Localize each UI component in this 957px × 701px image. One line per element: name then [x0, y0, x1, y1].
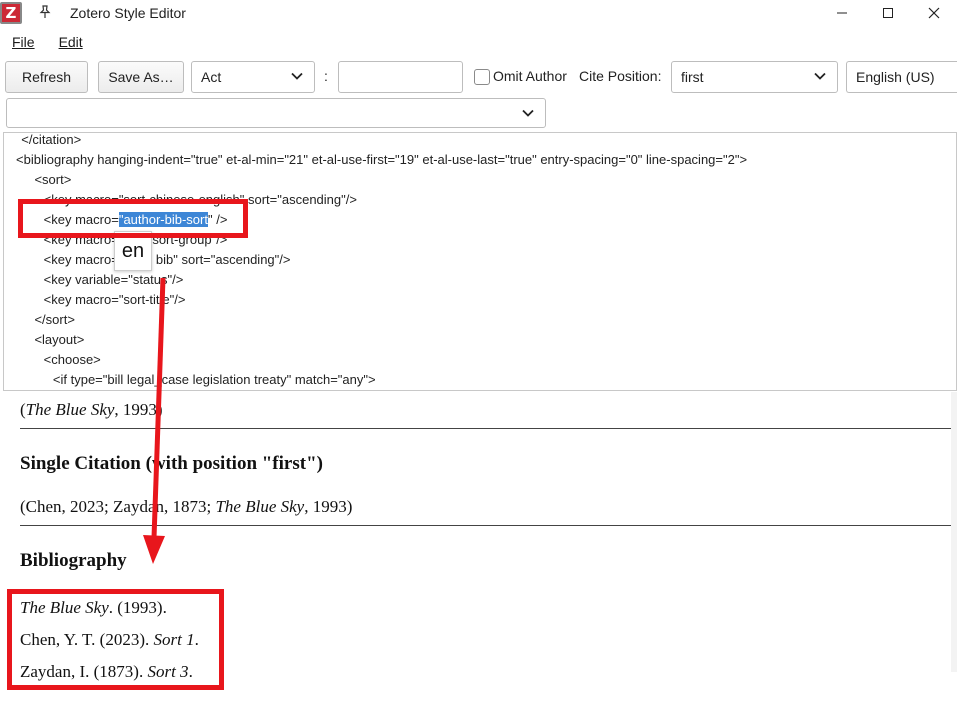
save-as-button[interactable]: Save As… — [98, 61, 184, 93]
divider — [20, 525, 957, 526]
locator-input[interactable] — [338, 61, 463, 93]
refresh-button[interactable]: Refresh — [5, 61, 88, 93]
locator-type-select[interactable]: Act — [191, 61, 315, 93]
zotero-logo-icon: Z — [0, 2, 22, 24]
window-title: Zotero Style Editor — [70, 5, 186, 21]
single-citation: (Chen, 2023; Zaydan, 1873; The Blue Sky,… — [20, 497, 352, 517]
toolbar: Refresh Save As… Act : Omit Author Cite … — [0, 60, 957, 94]
cite-position-value: first — [681, 69, 704, 85]
bibliography-heading: Bibliography — [20, 550, 127, 571]
top-citation: (The Blue Sky, 1993) — [20, 400, 163, 420]
menu-file[interactable]: File — [12, 34, 35, 50]
code-line: <bibliography hanging-indent="true" et-a… — [16, 152, 748, 167]
citation-suffix: , 1993) — [304, 497, 353, 516]
menu-file-label: File — [12, 34, 35, 50]
omit-author-label: Omit Author — [493, 68, 567, 84]
citation-prefix: (Chen, 2023; Zaydan, 1873; — [20, 497, 216, 516]
title-bar: Z Zotero Style Editor — [0, 0, 957, 26]
citation-title: The Blue Sky — [25, 400, 115, 419]
cite-position-select[interactable]: first — [671, 61, 838, 93]
single-citation-heading: Single Citation (with position "first") — [20, 453, 323, 474]
code-line: <choose> — [22, 352, 101, 367]
menu-edit-label: Edit — [58, 34, 83, 50]
minimize-icon[interactable] — [819, 0, 865, 26]
menu-edit[interactable]: Edit — [59, 34, 83, 50]
style-select[interactable] — [6, 98, 546, 128]
divider — [20, 428, 957, 429]
code-line: <key variable="status"/> — [22, 272, 184, 287]
maximize-icon[interactable] — [865, 0, 911, 26]
code-line: <layout> — [20, 332, 85, 347]
locale-value: English (US) — [856, 69, 935, 85]
cite-position-label: Cite Position: — [579, 68, 662, 84]
code-editor[interactable]: </citation> <bibliography hanging-indent… — [3, 132, 957, 391]
locator-colon: : — [324, 68, 328, 84]
code-line: </citation> — [14, 132, 82, 147]
locator-type-value: Act — [201, 69, 222, 85]
pin-icon[interactable] — [36, 4, 54, 22]
code-line: <if type="bill legal_case legislation tr… — [24, 372, 376, 387]
code-line: <key macro=" bib" sort="ascending"/> — [22, 252, 291, 267]
annotation-box-sort-key — [18, 199, 248, 238]
menu-bar: File Edit — [0, 30, 95, 54]
chevron-down-icon — [522, 109, 534, 117]
preview-scrollbar[interactable] — [951, 392, 957, 672]
citation-rest: , 1993) — [114, 400, 163, 419]
code-line: </sort> — [20, 312, 75, 327]
locale-select[interactable]: English (US) — [846, 61, 957, 93]
chevron-down-icon — [814, 72, 826, 80]
annotation-box-bibliography — [7, 589, 224, 690]
citation-title: The Blue Sky — [215, 497, 305, 516]
code-line: <sort> — [20, 172, 72, 187]
window-controls — [819, 0, 957, 26]
code-line: <key macro="sort-title"/> — [22, 292, 186, 307]
close-icon[interactable] — [911, 0, 957, 26]
chevron-down-icon — [291, 72, 303, 80]
omit-author-checkbox[interactable] — [474, 69, 490, 85]
